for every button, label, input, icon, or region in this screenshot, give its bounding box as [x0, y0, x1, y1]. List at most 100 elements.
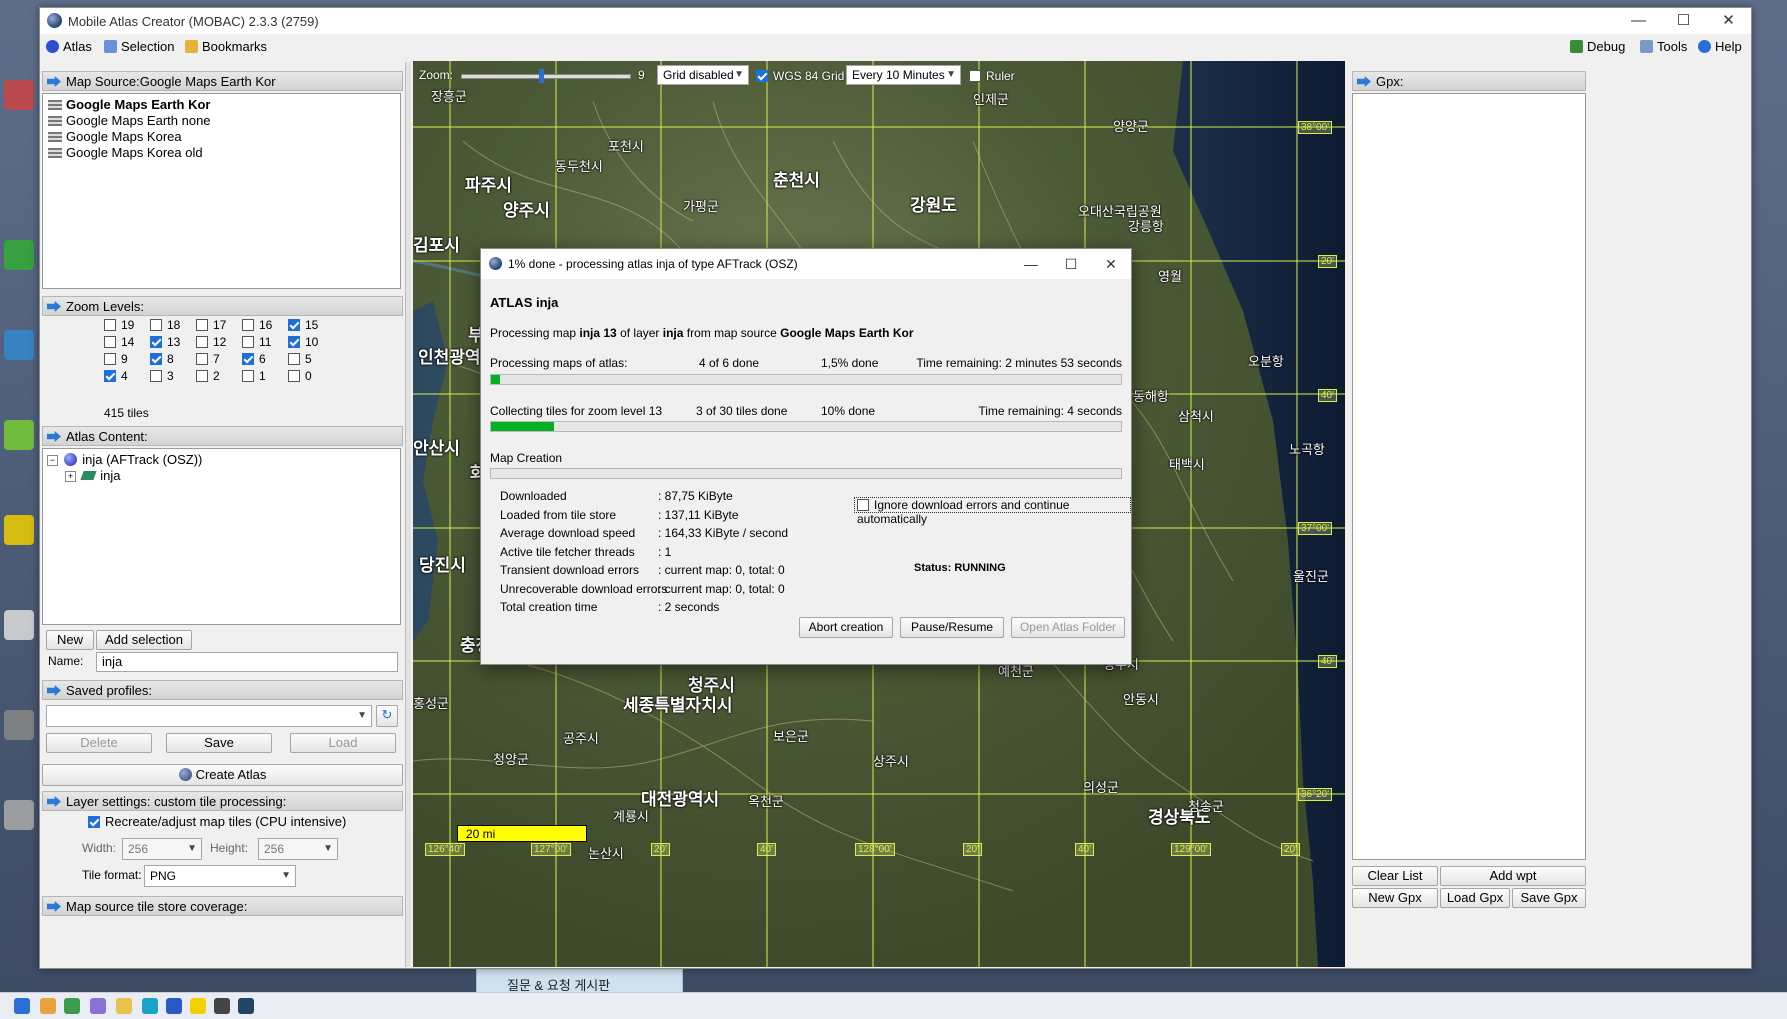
refresh-profiles-button[interactable]: ↻ — [376, 705, 398, 727]
zoom-level-checkbox[interactable]: 15 — [288, 318, 318, 332]
checkbox-unchecked[interactable] — [196, 319, 208, 331]
minimize-button[interactable]: — — [1616, 8, 1661, 34]
open-atlas-folder-button[interactable]: Open Atlas Folder — [1011, 617, 1125, 638]
recreate-tiles-checkbox[interactable]: Recreate/adjust map tiles (CPU intensive… — [88, 815, 346, 829]
map-source-item[interactable]: Google Maps Earth none — [46, 113, 211, 129]
checkbox-unchecked[interactable] — [242, 370, 254, 382]
add-selection-button[interactable]: Add selection — [96, 630, 192, 650]
zoom-level-checkbox[interactable]: 18 — [150, 318, 180, 332]
atlas-name-input[interactable]: inja — [96, 652, 398, 672]
add-wpt-button[interactable]: Add wpt — [1440, 866, 1586, 886]
zoom-level-checkbox[interactable]: 12 — [196, 335, 226, 349]
checkbox-unchecked[interactable] — [288, 353, 300, 365]
dialog-minimize-button[interactable]: — — [1011, 249, 1051, 279]
close-button[interactable]: ✕ — [1706, 8, 1751, 34]
desktop-icon[interactable] — [4, 710, 34, 740]
load-profile-button[interactable]: Load — [290, 733, 396, 753]
profile-select[interactable]: ▼ — [46, 705, 372, 727]
map-source-item[interactable]: Google Maps Korea old — [46, 145, 203, 161]
new-gpx-button[interactable]: New Gpx — [1352, 888, 1438, 908]
zoom-slider-thumb[interactable] — [539, 69, 544, 83]
zoom-levels-header[interactable]: Zoom Levels: — [42, 296, 403, 316]
zoom-level-checkbox[interactable]: 16 — [242, 318, 272, 332]
map-source-item[interactable]: Google Maps Earth Kor — [46, 97, 210, 113]
saved-profiles-header[interactable]: Saved profiles: — [42, 680, 403, 700]
load-gpx-button[interactable]: Load Gpx — [1440, 888, 1510, 908]
panel-splitter[interactable] — [405, 62, 411, 967]
ruler-checkbox[interactable]: Ruler — [969, 69, 1015, 83]
grid-select[interactable]: Grid disabled ▼ — [657, 65, 749, 85]
layer-settings-header[interactable]: Layer settings: custom tile processing: — [42, 791, 403, 811]
atlas-tree[interactable]: − inja (AFTrack (OSZ)) + inja — [42, 448, 401, 625]
clear-list-button[interactable]: Clear List — [1352, 866, 1438, 886]
checkbox-unchecked[interactable] — [150, 319, 162, 331]
zoom-level-checkbox[interactable]: 11 — [242, 335, 271, 349]
menu-selection[interactable]: Selection — [104, 38, 174, 56]
map-source-list[interactable]: Google Maps Earth Kor Google Maps Earth … — [42, 93, 401, 289]
checkbox-unchecked[interactable] — [104, 319, 116, 331]
menu-bookmarks[interactable]: Bookmarks — [185, 38, 267, 56]
menu-debug[interactable]: Debug — [1570, 38, 1625, 56]
wgs-grid-checkbox[interactable]: WGS 84 Grid — [756, 69, 844, 83]
create-atlas-button[interactable]: Create Atlas — [42, 764, 403, 786]
zoom-level-checkbox[interactable]: 5 — [288, 352, 312, 366]
save-gpx-button[interactable]: Save Gpx — [1512, 888, 1586, 908]
zoom-level-checkbox[interactable]: 9 — [104, 352, 128, 366]
pause-resume-button[interactable]: Pause/Resume — [900, 617, 1004, 638]
checkbox-unchecked[interactable] — [196, 353, 208, 365]
checkbox-checked[interactable] — [288, 319, 300, 331]
edge-icon[interactable] — [142, 998, 158, 1014]
desktop-icon[interactable] — [4, 240, 34, 270]
gpx-list[interactable] — [1352, 93, 1586, 860]
checkbox-unchecked[interactable] — [242, 319, 254, 331]
zoom-level-checkbox[interactable]: 13 — [150, 335, 180, 349]
ignore-errors-checkbox[interactable]: Ignore download errors and continue auto… — [854, 497, 1131, 526]
map-source-item[interactable]: Google Maps Korea — [46, 129, 182, 145]
tree-node-atlas[interactable]: − inja (AFTrack (OSZ)) — [47, 452, 202, 467]
menu-atlas[interactable]: Atlas — [46, 38, 92, 56]
dialog-maximize-button[interactable]: ☐ — [1051, 249, 1091, 279]
zoom-level-checkbox[interactable]: 19 — [104, 318, 134, 332]
mobac-icon[interactable] — [238, 998, 254, 1014]
zoom-level-checkbox[interactable]: 2 — [196, 369, 220, 383]
checkbox-checked[interactable] — [150, 353, 162, 365]
grid-interval-select[interactable]: Every 10 Minutes ▼ — [846, 65, 961, 85]
map-source-header[interactable]: Map Source:Google Maps Earth Kor — [42, 71, 403, 91]
zoom-level-checkbox[interactable]: 4 — [104, 369, 128, 383]
checkbox-unchecked[interactable] — [150, 370, 162, 382]
desktop-icon[interactable] — [4, 330, 34, 360]
new-atlas-button[interactable]: New — [46, 630, 94, 650]
checkbox-unchecked[interactable] — [196, 336, 208, 348]
zoom-level-checkbox[interactable]: 10 — [288, 335, 318, 349]
chrome-icon[interactable] — [64, 998, 80, 1014]
maximize-button[interactable]: ☐ — [1661, 8, 1706, 34]
zoom-level-checkbox[interactable]: 0 — [288, 369, 312, 383]
dialog-close-button[interactable]: ✕ — [1091, 249, 1131, 279]
gpx-header[interactable]: Gpx: — [1352, 71, 1586, 91]
save-profile-button[interactable]: Save — [166, 733, 272, 753]
checkbox-checked[interactable] — [242, 353, 254, 365]
zoom-level-checkbox[interactable]: 6 — [242, 352, 266, 366]
height-select[interactable]: 256 ▼ — [258, 838, 338, 860]
width-select[interactable]: 256 ▼ — [122, 838, 202, 860]
zoom-level-checkbox[interactable]: 14 — [104, 335, 134, 349]
desktop-icon[interactable] — [4, 610, 34, 640]
menu-tools[interactable]: Tools — [1640, 38, 1687, 56]
zoom-level-checkbox[interactable]: 1 — [242, 369, 266, 383]
copilot-icon[interactable] — [90, 998, 106, 1014]
delete-profile-button[interactable]: Delete — [46, 733, 152, 753]
tile-format-select[interactable]: PNG ▼ — [144, 865, 296, 887]
checkbox-unchecked[interactable] — [288, 370, 300, 382]
checkbox-unchecked[interactable] — [242, 336, 254, 348]
menu-help[interactable]: Help — [1698, 38, 1742, 56]
kakao-icon[interactable] — [190, 998, 206, 1014]
start-icon[interactable] — [14, 998, 30, 1014]
checkbox-checked[interactable] — [288, 336, 300, 348]
desktop-icon[interactable] — [4, 420, 34, 450]
coverage-header[interactable]: Map source tile store coverage: — [42, 896, 403, 916]
browser-icon[interactable] — [40, 998, 56, 1014]
checkbox-unchecked[interactable] — [104, 353, 116, 365]
zoom-level-checkbox[interactable]: 3 — [150, 369, 174, 383]
tree-collapse-icon[interactable]: − — [47, 455, 58, 466]
checkbox-checked[interactable] — [756, 70, 768, 82]
